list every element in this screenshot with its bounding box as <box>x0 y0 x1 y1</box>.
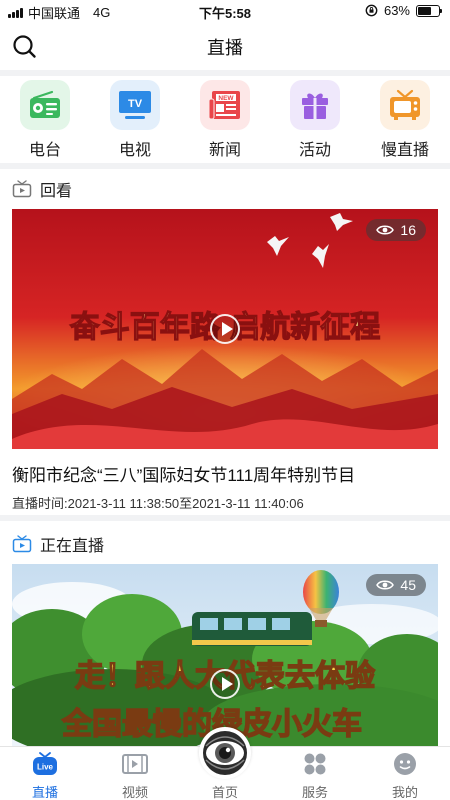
category-news-label: 新闻 <box>208 142 241 159</box>
live-section-title: 正在直播 <box>40 538 105 555</box>
tv-icon-text: TV <box>128 98 143 110</box>
tab-live[interactable]: Live 直播 <box>10 751 80 800</box>
tab-service[interactable]: 服务 <box>280 751 350 800</box>
gift-icon <box>302 93 328 119</box>
replay-video-thumbnail[interactable]: 奋斗百年路 启航新征程 16 <box>12 209 438 449</box>
live-video-thumbnail[interactable]: 走！跟人大代表去体验 全国最慢的绿皮小火车 45 <box>12 564 438 746</box>
replay-title[interactable]: 衡阳市纪念“三八”国际妇女节111周年特别节目 <box>12 461 438 486</box>
category-row: 电台 TV 电视 NEW 新闻 活动 慢直播 <box>0 80 450 160</box>
battery-percent: 63% <box>383 3 410 18</box>
header: 直播 <box>0 24 450 70</box>
live-view-count-value: 45 <box>400 577 416 593</box>
category-divider <box>0 163 450 169</box>
news-icon-text: NEW <box>218 95 234 102</box>
svg-text:Live: Live <box>37 763 54 772</box>
tab-video-label: 视频 <box>121 785 148 800</box>
orientation-lock-icon <box>365 4 378 17</box>
replay-section-header: 回看 <box>12 177 72 201</box>
tv-icon: TV <box>119 91 151 119</box>
live-play-button[interactable] <box>210 669 240 699</box>
eye-logo-icon <box>203 731 247 775</box>
grid-icon <box>302 751 328 777</box>
category-radio-icon-bg <box>20 80 70 130</box>
replay-section-title: 回看 <box>40 183 73 200</box>
category-tv-icon-bg: TV <box>110 80 160 130</box>
film-icon <box>122 751 148 777</box>
status-right: 63% <box>365 3 442 18</box>
replay-view-count: 16 <box>366 219 426 241</box>
category-event-label: 活动 <box>298 142 331 159</box>
tab-live-label: 直播 <box>31 785 58 800</box>
category-news[interactable]: NEW 新闻 <box>190 80 260 160</box>
category-news-icon-bg: NEW <box>200 80 250 130</box>
radio-icon <box>30 90 60 118</box>
header-divider <box>0 70 450 76</box>
home-center-button[interactable] <box>199 727 251 779</box>
tab-mine-label: 我的 <box>391 785 418 800</box>
live-view-count: 45 <box>366 574 426 596</box>
battery-fill <box>418 6 431 15</box>
category-tv-label: 电视 <box>118 142 151 159</box>
tab-video[interactable]: 视频 <box>100 751 170 800</box>
category-slow-live-icon-bg <box>380 80 430 130</box>
replay-tv-icon <box>12 180 32 198</box>
battery-icon <box>416 4 442 17</box>
eye-icon <box>376 580 395 590</box>
tab-mine[interactable]: 我的 <box>370 751 440 800</box>
profile-icon <box>392 751 418 777</box>
retro-tv-icon <box>390 89 420 120</box>
tab-home-label: 首页 <box>211 785 238 800</box>
status-bar: 中国联通 4G 下午5:58 63% <box>0 0 450 22</box>
category-slow-live[interactable]: 慢直播 <box>370 80 440 160</box>
replay-play-button[interactable] <box>210 314 240 344</box>
newspaper-icon: NEW <box>208 91 240 120</box>
category-event-icon-bg <box>290 80 340 130</box>
live-tv-section-icon <box>12 535 32 553</box>
replay-view-count-value: 16 <box>400 222 416 238</box>
category-slow-live-label: 慢直播 <box>380 142 429 159</box>
eye-icon <box>376 225 395 235</box>
replay-divider <box>0 515 450 521</box>
page-title: 直播 <box>207 38 243 58</box>
category-tv[interactable]: TV 电视 <box>100 80 170 160</box>
replay-broadcast-time: 直播时间:2021-3-11 11:38:50至2021-3-11 11:40:… <box>12 496 304 511</box>
category-event[interactable]: 活动 <box>280 80 350 160</box>
category-radio[interactable]: 电台 <box>10 80 80 160</box>
category-radio-label: 电台 <box>28 142 61 159</box>
tab-service-label: 服务 <box>301 785 328 800</box>
live-tv-icon: Live <box>32 751 58 777</box>
live-section-header: 正在直播 <box>12 532 104 556</box>
